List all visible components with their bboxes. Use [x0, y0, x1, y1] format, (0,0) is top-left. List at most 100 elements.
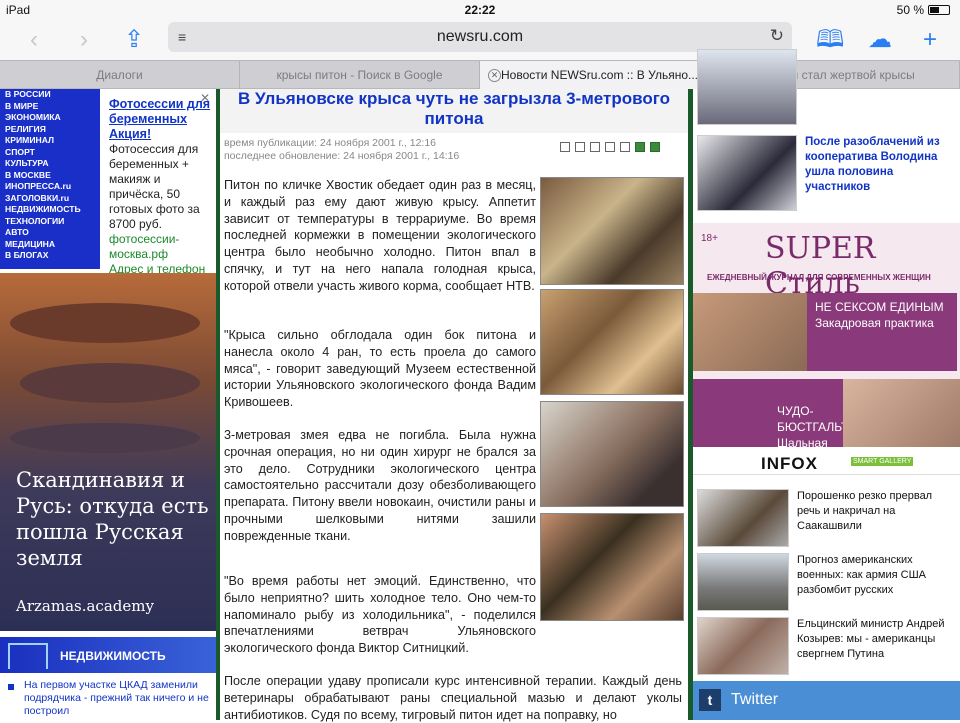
nav-item[interactable]: ЭКОНОМИКА — [0, 112, 100, 124]
ship-illustration — [10, 423, 200, 453]
nav-item[interactable]: ТЕХНОЛОГИИ — [0, 216, 100, 228]
nav-item[interactable]: ИНОПРЕССА.ru — [0, 181, 100, 193]
section-nav: В РОССИИ В МИРЕ ЭКОНОМИКА РЕЛИГИЯ КРИМИН… — [0, 89, 100, 269]
ad-body: Фотосессия для беременных + макияж и при… — [109, 142, 200, 231]
article: В Ульяновске крыса чуть не загрызла 3-ме… — [220, 89, 688, 722]
right-news-item[interactable]: После разоблачений из кооператива Володи… — [697, 135, 957, 213]
ad-link[interactable]: фотосессии-москва.рф — [109, 232, 212, 262]
realty-news-text[interactable]: На первом участке ЦКАД заменили подрядчи… — [24, 679, 209, 717]
nav-item[interactable]: В МОСКВЕ — [0, 170, 100, 182]
nav-item[interactable]: СПОРТ — [0, 147, 100, 159]
published-time: время публикации: 24 ноября 2001 г., 12:… — [224, 137, 437, 149]
article-tools — [560, 139, 685, 152]
twitter-icon: t — [699, 689, 721, 711]
nav-item[interactable]: НЕДВИЖИМОСТЬ — [0, 204, 100, 216]
news-headline[interactable]: Порошенко резко прервал речь и накричал … — [797, 489, 957, 534]
article-headline: В Ульяновске крыса чуть не загрызла 3-ме… — [220, 89, 688, 133]
infox-news-item[interactable]: Ельцинский министр Андрей Козырев: мы - … — [697, 617, 957, 677]
edit-icon[interactable] — [560, 142, 570, 152]
arzamas-site: Arzamas.academy — [16, 597, 154, 615]
ad-promo-2[interactable]: ЧУДО-БЮСТГАЛЬТЕР Шальная пуля — [693, 379, 864, 466]
back-icon[interactable]: ‹ — [20, 26, 48, 54]
cloud-tabs-icon[interactable]: ☁ — [866, 26, 894, 54]
photo-vet — [540, 401, 684, 507]
news-thumbnail — [697, 617, 789, 675]
nav-item[interactable]: КРИМИНАЛ — [0, 135, 100, 147]
arzamas-banner[interactable]: Скандинавия и Русь: откуда есть пошла Ру… — [0, 273, 216, 631]
ship-illustration — [10, 303, 200, 343]
close-ad-icon[interactable]: ✕ — [200, 91, 210, 106]
news-thumbnail — [697, 553, 789, 611]
battery-icon — [928, 5, 950, 15]
age-badge: 18+ — [701, 233, 718, 244]
ad-promo-1[interactable]: НЕ СЕКСОМ ЕДИНЫМ Закадровая практика — [807, 293, 957, 371]
email-icon[interactable] — [605, 142, 615, 152]
ad-image — [693, 293, 807, 371]
nav-item[interactable]: В МИРЕ — [0, 101, 100, 113]
photo-python-1 — [540, 177, 684, 285]
nav-item[interactable]: ЗАГОЛОВКИ.ru — [0, 193, 100, 205]
article-paragraph: "Во время работы нет эмоций. Единственно… — [224, 574, 536, 656]
news-headline[interactable]: Прогноз американских военных: как армия … — [797, 553, 957, 598]
url-bar[interactable]: ≡ newsru.com ↻ — [168, 22, 792, 52]
realty-header[interactable]: НЕДВИЖИМОСТЬ — [0, 637, 216, 673]
twitter-widget[interactable]: t Twitter — [693, 681, 960, 720]
nav-item[interactable]: В БЛОГАХ — [0, 250, 100, 262]
close-tab-icon[interactable]: ✕ — [488, 69, 501, 82]
url-text[interactable]: newsru.com — [168, 28, 792, 46]
tab-newsru-active[interactable]: ✕ Новости NEWSru.com :: В Ульяно... — [480, 61, 720, 89]
superstyle-ad[interactable]: 18+ SUPER Стиль ЕЖЕДНЕВНЫЙ ЖУРНАЛ ДЛЯ СО… — [693, 223, 960, 466]
infox-badge: SMART GALLERY — [851, 457, 914, 466]
bullet-icon — [8, 684, 14, 690]
news-thumbnail — [697, 49, 797, 125]
realty-label: НЕДВИЖИМОСТЬ — [60, 649, 166, 663]
article-meta: время публикации: 24 ноября 2001 г., 12:… — [224, 137, 459, 163]
new-tab-icon[interactable]: + — [916, 26, 944, 54]
ad-image — [843, 379, 960, 447]
updated-time: последнее обновление: 24 ноября 2001 г.,… — [224, 150, 460, 162]
right-news-cut[interactable] — [697, 49, 957, 125]
superstyle-subtitle: ЕЖЕДНЕВНЫЙ ЖУРНАЛ ДЛЯ СОВРЕМЕННЫХ ЖЕНЩИН — [707, 273, 931, 282]
nav-item[interactable]: КУЛЬТУРА — [0, 158, 100, 170]
nav-item[interactable]: В РОССИИ — [0, 89, 100, 101]
reload-icon[interactable]: ↻ — [770, 26, 784, 46]
left-column: В РОССИИ В МИРЕ ЭКОНОМИКА РЕЛИГИЯ КРИМИН… — [0, 89, 216, 720]
realty-news-item[interactable]: На первом участке ЦКАД заменили подрядчи… — [0, 679, 216, 720]
nav-item[interactable]: МЕДИЦИНА — [0, 239, 100, 251]
photo-python-2 — [540, 289, 684, 395]
news-headline[interactable]: Ельцинский министр Андрей Козырев: мы - … — [797, 617, 957, 662]
arzamas-title: Скандинавия и Русь: откуда есть пошла Ру… — [16, 468, 209, 570]
camera-icon[interactable] — [620, 142, 630, 152]
ship-illustration — [20, 363, 200, 403]
share-icon[interactable]: ⇪ — [120, 26, 148, 54]
news-thumbnail — [697, 489, 789, 547]
article-paragraph: "Крыса сильно обглодала один бок питона … — [224, 328, 536, 410]
print-icon[interactable] — [575, 142, 585, 152]
tab-google-search[interactable]: крысы питон - Поиск в Google — [240, 61, 480, 89]
ad-title[interactable]: Фотосессии для беременных Акция! — [109, 97, 212, 142]
building-icon — [8, 643, 48, 669]
web-content: В РОССИИ В МИРЕ ЭКОНОМИКА РЕЛИГИЯ КРИМИН… — [0, 49, 960, 722]
infox-news-item[interactable]: Прогноз американских военных: как армия … — [697, 553, 957, 613]
infox-header: INFOX SMART GALLERY — [693, 451, 960, 475]
news-thumbnail — [697, 135, 797, 211]
infox-news-item[interactable]: Порошенко резко прервал речь и накричал … — [697, 489, 957, 549]
rss-icon[interactable] — [650, 142, 660, 152]
battery-indicator: 50 % — [897, 3, 950, 17]
bookmarks-icon[interactable]: 🕮 — [816, 26, 844, 54]
nav-item[interactable]: АВТО — [0, 227, 100, 239]
article-paragraph: 3-метровая змея едва не погибла. Была ну… — [224, 428, 536, 543]
browser-toolbar: ‹ › ⇪ ≡ newsru.com ↻ 🕮 ☁ + — [0, 20, 960, 60]
news-headline[interactable]: После разоблачений из кооператива Володи… — [805, 135, 955, 195]
article-paragraph: Питон по кличке Хвостик обедает один раз… — [224, 178, 536, 293]
superstyle-logo: SUPER Стиль — [765, 231, 876, 301]
nav-item[interactable]: РЕЛИГИЯ — [0, 124, 100, 136]
forward-icon[interactable]: › — [70, 26, 98, 54]
share-green-icon[interactable] — [635, 142, 645, 152]
save-icon[interactable] — [590, 142, 600, 152]
tab-dialogs[interactable]: Диалоги — [0, 61, 240, 89]
right-column: После разоблачений из кооператива Володи… — [693, 49, 960, 720]
ad-photosession[interactable]: ✕ Фотосессии для беременных Акция! Фотос… — [103, 89, 216, 276]
clock: 22:22 — [464, 3, 496, 17]
infox-logo: INFOX — [761, 454, 818, 473]
